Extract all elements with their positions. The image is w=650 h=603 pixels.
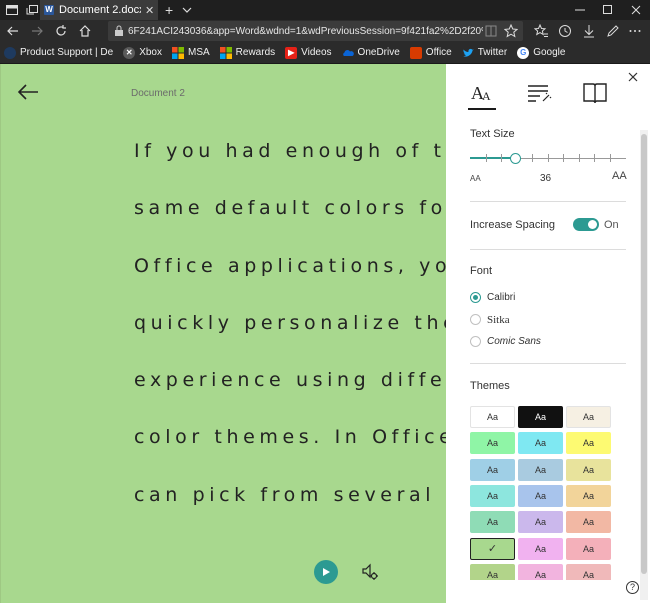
theme-swatch[interactable]: Aa <box>518 406 563 428</box>
favorite-label: Xbox <box>139 47 162 58</box>
tab-document[interactable]: W Document 2.docx - Mi ✕ <box>40 0 158 20</box>
theme-swatch[interactable]: Aa <box>566 406 611 428</box>
set-tabs-aside-icon[interactable] <box>24 2 40 18</box>
document-title: Document 2 <box>131 88 185 99</box>
favorite-label: Twitter <box>477 47 508 58</box>
reading-view-icon[interactable] <box>484 24 498 38</box>
theme-swatch[interactable]: Aa <box>566 537 611 560</box>
favorite-label: MSA <box>188 47 210 58</box>
google-icon: G <box>517 46 530 59</box>
favorite-twitter[interactable]: Twitter <box>462 47 507 59</box>
theme-swatch[interactable]: Aa <box>470 458 515 481</box>
document-text: If you had enough of the same default co… <box>134 134 446 535</box>
word-icon: W <box>44 5 54 15</box>
theme-swatch[interactable]: Aa <box>566 511 611 534</box>
play-button[interactable] <box>314 560 338 584</box>
windows-logo-icon <box>172 46 184 59</box>
office-icon <box>409 46 422 59</box>
new-tab-button[interactable]: + <box>165 0 173 20</box>
play-icon <box>323 568 330 576</box>
favorite-product-support[interactable]: Product Support | De <box>4 46 114 59</box>
favorite-label: Office <box>425 47 452 58</box>
favorite-label: Rewards <box>235 47 276 58</box>
address-url: 6F241ACI243036&app=Word&wdnd=1&wdPreviou… <box>128 25 483 37</box>
home-button[interactable] <box>76 22 94 40</box>
favorites-bar: Product Support | De ✕ Xbox MSA Rewards … <box>0 42 650 64</box>
favorite-label: OneDrive <box>357 47 400 58</box>
favorite-label: Videos <box>301 47 332 58</box>
cloud-icon <box>342 47 354 59</box>
theme-swatch[interactable]: Aa <box>566 458 611 481</box>
downloads-icon[interactable] <box>582 24 596 38</box>
back-arrow-icon[interactable] <box>17 82 39 102</box>
tab-close-button[interactable]: ✕ <box>145 4 154 17</box>
favorite-xbox[interactable]: ✕ Xbox <box>123 46 162 59</box>
back-button[interactable] <box>4 22 22 40</box>
text-line: color themes. In Office, <box>134 426 446 449</box>
theme-swatch[interactable]: Aa <box>518 484 563 507</box>
theme-grid: Aa Aa Aa Aa Aa Aa Aa Aa Aa Aa Aa Aa Aa Aa Aa ✓ Aa Aa Aa Aa A… <box>446 64 636 580</box>
forward-button[interactable] <box>28 22 46 40</box>
lock-icon <box>115 25 123 36</box>
favorites-list-icon[interactable] <box>534 24 548 38</box>
favorite-office[interactable]: Office <box>409 46 452 59</box>
voice-settings-icon[interactable] <box>361 563 379 581</box>
theme-swatch[interactable]: ✓ <box>470 537 515 560</box>
text-line: Office applications, you <box>134 254 446 277</box>
theme-swatch[interactable]: Aa <box>470 406 515 428</box>
bird-icon <box>462 47 474 59</box>
theme-swatch[interactable]: Aa <box>518 537 563 560</box>
theme-swatch[interactable]: Aa <box>566 484 611 507</box>
text-preferences-panel: A A Text Size AA 36 AA Increase Spacing … <box>446 64 650 603</box>
history-icon[interactable] <box>558 24 572 38</box>
panel-scrollbar[interactable] <box>640 130 648 600</box>
scrollbar-thumb[interactable] <box>641 134 647 574</box>
theme-swatch[interactable]: Aa <box>470 432 515 455</box>
text-line: same default colors for y <box>134 197 446 220</box>
tab-title: Document 2.docx - Mi <box>59 4 141 16</box>
text-line: If you had enough of the <box>134 140 446 162</box>
text-line: quickly personalize the <box>134 311 446 334</box>
xbox-icon: ✕ <box>123 46 136 59</box>
favorite-star-icon[interactable] <box>504 24 518 38</box>
favorite-onedrive[interactable]: OneDrive <box>342 47 400 59</box>
circle-icon <box>4 46 16 59</box>
text-line: can pick from several the <box>134 483 446 506</box>
theme-swatch[interactable]: Aa <box>518 563 563 580</box>
close-window-button[interactable] <box>622 0 650 20</box>
browser-tab-bar: W Document 2.docx - Mi ✕ + <box>0 0 650 20</box>
video-icon: ▶ <box>285 46 298 59</box>
theme-swatch[interactable]: Aa <box>566 432 611 455</box>
chevron-down-icon[interactable] <box>182 0 192 20</box>
favorite-msa[interactable]: MSA <box>172 46 210 59</box>
favorite-rewards[interactable]: Rewards <box>219 46 276 59</box>
theme-swatch[interactable]: Aa <box>518 432 563 455</box>
theme-swatch[interactable]: Aa <box>470 563 515 580</box>
theme-swatch[interactable]: Aa <box>518 458 563 481</box>
theme-swatch[interactable]: Aa <box>518 511 563 534</box>
help-button[interactable]: ? <box>626 581 639 594</box>
refresh-button[interactable] <box>52 22 70 40</box>
text-line: experience using differen <box>134 369 446 392</box>
minimize-button[interactable] <box>566 0 594 20</box>
pen-icon[interactable] <box>606 24 620 38</box>
windows-logo-icon <box>219 46 232 59</box>
tab-actions-icon[interactable] <box>4 2 20 18</box>
more-icon[interactable] <box>628 24 642 38</box>
browser-nav-bar: 6F241ACI243036&app=Word&wdnd=1&wdPreviou… <box>0 20 650 42</box>
theme-swatch[interactable]: Aa <box>566 563 611 580</box>
maximize-button[interactable] <box>594 0 622 20</box>
favorite-label: Google <box>533 47 566 58</box>
address-bar[interactable]: 6F241ACI243036&app=Word&wdnd=1&wdPreviou… <box>108 21 523 41</box>
favorite-videos[interactable]: ▶ Videos <box>285 46 332 59</box>
theme-swatch[interactable]: Aa <box>470 511 515 534</box>
theme-swatch[interactable]: Aa <box>470 484 515 507</box>
favorite-label: Product Support | De <box>20 47 114 58</box>
favorite-google[interactable]: G Google <box>517 46 566 59</box>
reader-area: Document 2 If you had enough of the same… <box>0 64 446 603</box>
